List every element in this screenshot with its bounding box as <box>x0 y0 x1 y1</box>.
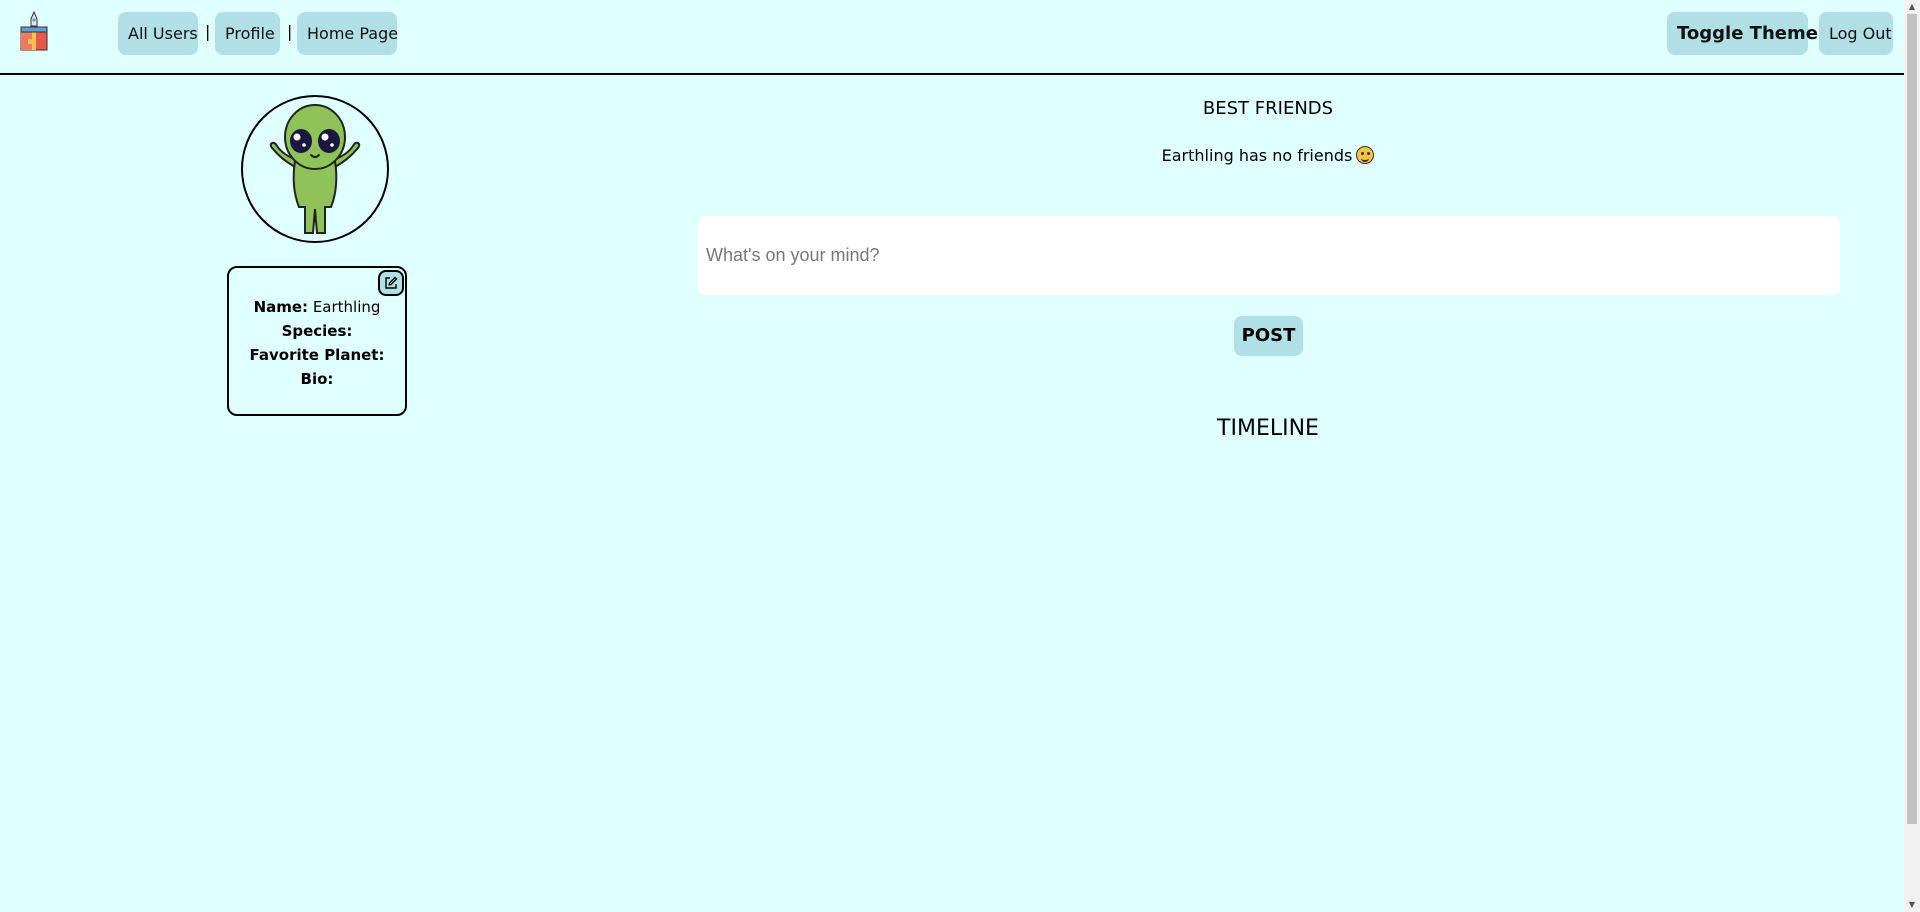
scroll-down-icon[interactable]: ▼ <box>1904 898 1920 912</box>
scroll-up-icon[interactable]: ▲ <box>1904 0 1920 14</box>
laughing-emoji-icon <box>1356 146 1375 164</box>
species-label: Species: <box>281 322 353 340</box>
favorite-planet-row: Favorite Planet: <box>229 343 405 367</box>
navbar: All Users | Profile | Home Page Toggle T… <box>0 0 1904 75</box>
name-value: Earthling <box>312 298 381 316</box>
all-users-button[interactable]: All Users <box>118 12 198 55</box>
timeline-title: TIMELINE <box>1217 416 1319 441</box>
profile-button[interactable]: Profile <box>215 12 280 55</box>
log-out-button[interactable]: Log Out <box>1819 12 1893 55</box>
edit-profile-button[interactable] <box>378 270 404 296</box>
name-row: Name: Earthling <box>229 295 405 319</box>
avatar <box>241 95 389 243</box>
favorite-planet-label: Favorite Planet: <box>249 346 385 364</box>
scrollbar-thumb[interactable] <box>1907 14 1917 824</box>
logo-icon[interactable] <box>18 10 50 52</box>
nav-separator: | <box>205 22 211 41</box>
no-friends-text: Earthling has no friends <box>1161 146 1353 165</box>
post-button[interactable]: POST <box>1234 316 1303 356</box>
toggle-theme-button[interactable]: Toggle Theme <box>1667 12 1818 55</box>
bio-row: Bio: <box>229 367 405 391</box>
species-row: Species: <box>229 319 405 343</box>
scrollbar[interactable]: ▲ ▼ <box>1904 0 1920 912</box>
name-label: Name: <box>253 298 309 316</box>
alien-avatar-icon <box>269 104 361 234</box>
profile-info-card: Name: Earthling Species: Favorite Planet… <box>227 266 407 416</box>
bio-label: Bio: <box>300 370 334 388</box>
page: All Users | Profile | Home Page Toggle T… <box>0 0 1904 912</box>
no-friends-message: Earthling has no friends <box>698 146 1838 165</box>
nav-separator: | <box>287 22 293 41</box>
post-input[interactable] <box>698 216 1840 295</box>
best-friends-title: BEST FRIENDS <box>1202 98 1334 119</box>
edit-icon <box>385 276 398 289</box>
home-page-button[interactable]: Home Page <box>297 12 398 55</box>
